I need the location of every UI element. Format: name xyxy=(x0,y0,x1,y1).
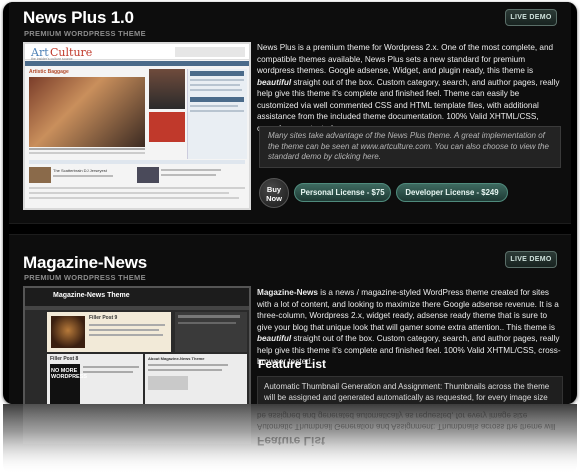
theme-description: News Plus is a premium theme for Wordpre… xyxy=(257,43,560,133)
screenshot-nav xyxy=(25,61,249,66)
buy-now-button[interactable]: Buy Now xyxy=(259,178,289,208)
feature-list-item: Automatic Thumbnail Generation and Assig… xyxy=(257,376,563,404)
screenshot-side-title: The Scatterbrain DJ Jerseyest xyxy=(53,168,107,173)
developer-license-button[interactable]: Developer License - $249 xyxy=(396,183,508,202)
feature-list-heading: Feature List xyxy=(258,357,327,371)
themes-stage: News Plus 1.0 PREMIUM WORDPRESS THEME LI… xyxy=(3,2,577,404)
screenshot-header: Magazine-News Theme xyxy=(25,288,249,306)
theme-screenshot[interactable]: Magazine-News Theme Filler Post 9 Filler… xyxy=(23,286,251,404)
live-demo-button[interactable]: LIVE DEMO xyxy=(505,9,557,26)
theme-subtitle: PREMIUM WORDPRESS THEME xyxy=(24,29,146,38)
screenshot-sidebar xyxy=(187,69,247,159)
theme-quote: Many sites take advantage of the News Pl… xyxy=(259,126,561,168)
theme-subtitle: PREMIUM WORDPRESS THEME xyxy=(24,273,146,282)
screenshot-side-image xyxy=(149,69,185,109)
screenshot-feature-image xyxy=(29,77,145,147)
personal-license-button[interactable]: Personal License - $75 xyxy=(294,183,391,202)
screenshot-side-block xyxy=(149,112,185,142)
screenshot-sidebar xyxy=(175,312,247,352)
screenshot-banner: NO MORE WORDPRESS xyxy=(50,364,87,404)
theme-panel-news-plus: News Plus 1.0 PREMIUM WORDPRESS THEME LI… xyxy=(9,2,571,224)
page-reflection: Automatic Thumbnail Generation and Assig… xyxy=(3,404,577,474)
screenshot-ad xyxy=(175,47,245,57)
theme-screenshot[interactable]: Art Culture the insider's culture source… xyxy=(23,42,251,210)
theme-title: News Plus 1.0 xyxy=(23,8,134,27)
screenshot-title: Magazine-News Theme xyxy=(53,292,130,299)
theme-title: Magazine-News xyxy=(23,253,147,272)
theme-panel-magazine-news: Magazine-News PREMIUM WORDPRESS THEME LI… xyxy=(9,234,571,404)
live-demo-button[interactable]: LIVE DEMO xyxy=(505,251,557,268)
screenshot-heading: Artistic Baggage xyxy=(29,69,69,75)
screenshot-post: Filler Post 9 xyxy=(47,312,171,352)
theme-description: Magazine-News is a news / magazine-style… xyxy=(257,288,561,366)
